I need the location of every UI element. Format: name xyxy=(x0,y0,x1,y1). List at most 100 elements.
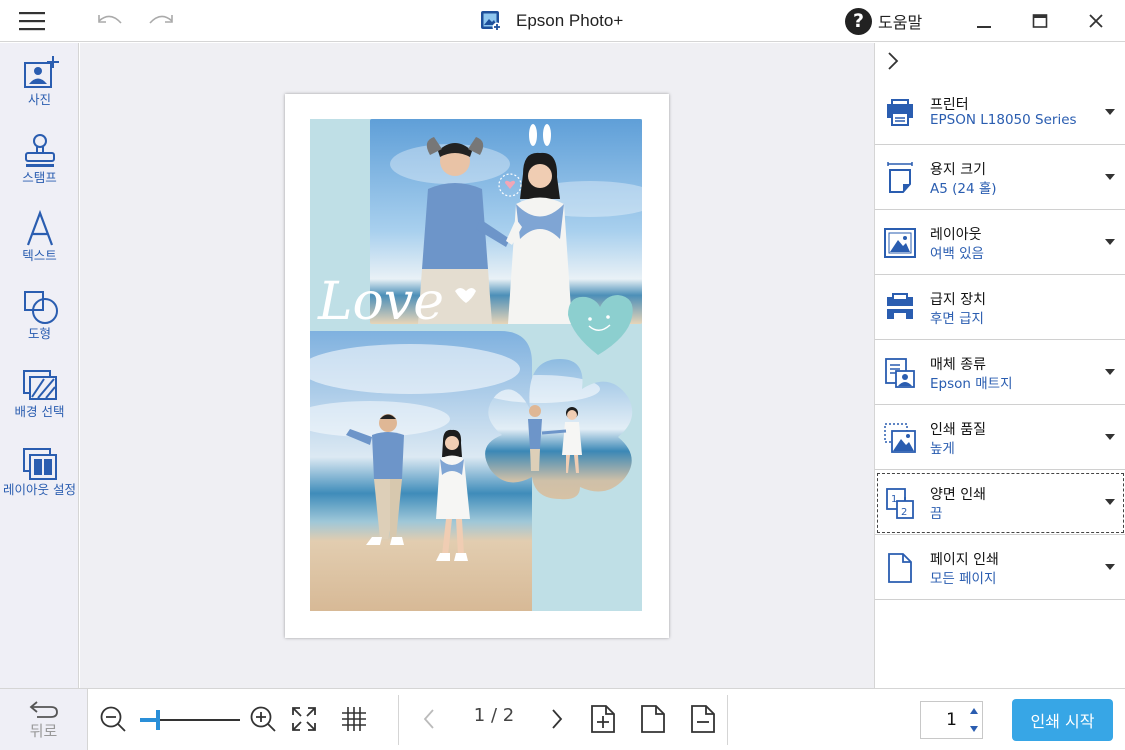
hamburger-menu-icon xyxy=(19,12,45,31)
add-page-button[interactable] xyxy=(587,703,619,735)
stamp-icon xyxy=(20,131,60,171)
zoom-in-icon xyxy=(250,706,276,732)
zoom-out-button[interactable] xyxy=(97,703,129,735)
setting-value: 후면 급지 xyxy=(930,311,984,327)
close-icon xyxy=(1089,14,1103,28)
bottom-toolbar: 뒤로 1 / 2 1 인쇄 시작 xyxy=(0,688,1125,750)
setting-printer[interactable]: 프린터 EPSON L18050 Series xyxy=(875,81,1125,145)
page-separator: / xyxy=(490,705,498,726)
minimize-button[interactable] xyxy=(966,4,1002,38)
caret-down-icon xyxy=(1105,499,1115,505)
svg-text:2: 2 xyxy=(901,507,907,518)
caret-down-icon xyxy=(1105,109,1115,115)
tool-layout[interactable]: 레이아웃 설정 xyxy=(0,443,79,513)
tool-label: 레이아웃 설정 xyxy=(3,482,76,497)
undo-icon xyxy=(98,15,122,24)
setting-title: 인쇄 품질 xyxy=(930,422,986,438)
setting-value: 높게 xyxy=(930,441,955,457)
help-button[interactable]: ? 도움말 xyxy=(845,7,922,35)
tool-background[interactable]: 배경 선택 xyxy=(0,365,79,435)
duplicate-page-button[interactable] xyxy=(637,703,669,735)
caret-down-icon xyxy=(1105,564,1115,570)
undo-button[interactable] xyxy=(92,4,128,38)
setting-paper-size[interactable]: 용지 크기 A5 (24 홀) xyxy=(875,146,1125,210)
duplex-icon: 12 xyxy=(883,486,917,520)
love-text-overlay[interactable]: Love xyxy=(317,272,444,332)
toolbar-separator xyxy=(727,695,728,745)
setting-layout[interactable]: 레이아웃 여백 있음 xyxy=(875,211,1125,275)
background-icon xyxy=(20,365,60,405)
tool-label: 텍스트 xyxy=(22,248,57,263)
maximize-icon xyxy=(1032,14,1048,28)
app-logo-icon xyxy=(481,11,502,32)
back-button[interactable]: 뒤로 xyxy=(0,689,88,750)
paper-size-icon xyxy=(883,161,917,195)
setting-page-print[interactable]: 페이지 인쇄 모든 페이지 xyxy=(875,536,1125,600)
tool-text[interactable]: 텍스트 xyxy=(0,209,79,279)
tool-label: 도형 xyxy=(27,326,51,341)
caret-down-icon xyxy=(1105,434,1115,440)
setting-duplex[interactable]: 12 양면 인쇄 끔 xyxy=(875,471,1125,535)
copies-decrement-button[interactable] xyxy=(965,720,983,738)
setting-value: 여백 있음 xyxy=(930,246,984,262)
redo-button[interactable] xyxy=(143,4,179,38)
remove-page-icon xyxy=(691,705,715,733)
start-print-button[interactable]: 인쇄 시작 xyxy=(1012,699,1113,741)
setting-title: 페이지 인쇄 xyxy=(930,552,999,568)
caret-down-icon xyxy=(1105,239,1115,245)
help-label: 도움말 xyxy=(878,13,923,32)
tool-shape[interactable]: 도형 xyxy=(0,287,79,357)
previous-page-button[interactable] xyxy=(413,703,445,735)
setting-paper-source[interactable]: 급지 장치 후면 급지 xyxy=(875,276,1125,340)
copies-increment-button[interactable] xyxy=(965,702,983,720)
maximize-button[interactable] xyxy=(1022,4,1058,38)
delete-page-button[interactable] xyxy=(687,703,719,735)
back-label: 뒤로 xyxy=(29,721,58,740)
tool-label: 사진 xyxy=(27,92,51,107)
menu-button[interactable] xyxy=(14,4,50,38)
tool-photo[interactable]: 사진 xyxy=(0,53,79,123)
add-page-icon xyxy=(591,705,615,733)
print-settings-panel: 프린터 EPSON L18050 Series 용지 크기 A5 (24 홀) … xyxy=(874,43,1125,688)
setting-title: 급지 장치 xyxy=(930,292,986,308)
copies-input[interactable] xyxy=(921,702,965,738)
print-quality-icon xyxy=(883,421,917,455)
setting-value: Epson 매트지 xyxy=(930,376,1013,392)
tool-label: 스탬프 xyxy=(22,170,57,185)
redo-icon xyxy=(149,15,173,24)
page-indicator: 1 / 2 xyxy=(462,705,526,726)
tool-panel: 사진 스탬프 텍스트 도형 배경 선택 레이아웃 설정 xyxy=(0,43,79,688)
toolbar-separator xyxy=(398,695,399,745)
photo-layout[interactable]: Love xyxy=(310,119,642,611)
close-button[interactable] xyxy=(1078,4,1114,38)
fit-to-screen-button[interactable] xyxy=(288,703,320,735)
setting-print-quality[interactable]: 인쇄 품질 높게 xyxy=(875,406,1125,470)
layout-border-icon xyxy=(883,226,917,260)
setting-title: 레이아웃 xyxy=(930,227,982,243)
caret-down-icon xyxy=(1105,369,1115,375)
copies-stepper[interactable] xyxy=(920,701,983,739)
setting-media-type[interactable]: 매체 종류 Epson 매트지 xyxy=(875,341,1125,405)
tool-stamp[interactable]: 스탬프 xyxy=(0,131,79,201)
setting-title: 용지 크기 xyxy=(930,162,986,178)
title-bar: Epson Photo+ ? 도움말 xyxy=(0,0,1125,42)
grid-icon xyxy=(342,707,366,731)
zoom-slider-thumb[interactable] xyxy=(156,710,160,730)
total-pages: 2 xyxy=(502,705,515,726)
page-icon xyxy=(641,705,665,733)
setting-title: 프린터 xyxy=(930,97,969,113)
zoom-in-button[interactable] xyxy=(247,703,279,735)
zoom-slider[interactable] xyxy=(140,710,240,730)
zoom-out-icon xyxy=(100,706,126,732)
caret-down-icon xyxy=(970,726,978,732)
caret-down-icon xyxy=(1105,174,1115,180)
grid-toggle-button[interactable] xyxy=(338,703,370,735)
setting-title: 양면 인쇄 xyxy=(930,487,986,503)
epson-photo-plus-window: Epson Photo+ ? 도움말 사진 스탬프 텍스트 도형 배경 선택 레… xyxy=(0,0,1125,750)
collapse-panel-button[interactable] xyxy=(881,49,905,73)
fit-screen-icon xyxy=(292,707,316,731)
next-page-button[interactable] xyxy=(541,703,573,735)
help-icon: ? xyxy=(845,7,872,35)
setting-value: 모든 페이지 xyxy=(930,571,997,587)
setting-title: 매체 종류 xyxy=(930,357,986,373)
